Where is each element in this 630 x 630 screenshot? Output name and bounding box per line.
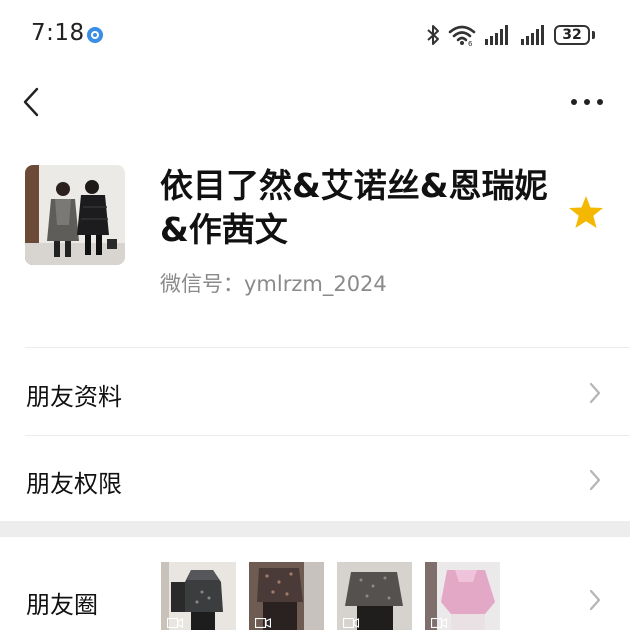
- chevron-right-icon: [589, 382, 601, 404]
- battery-tip: [592, 31, 595, 39]
- row-label: 朋友圈: [26, 591, 98, 619]
- bluetooth-icon: [427, 25, 439, 45]
- more-dots-icon[interactable]: [569, 90, 605, 114]
- chevron-left-icon[interactable]: [18, 84, 48, 120]
- svg-text:6: 6: [468, 40, 473, 46]
- moments-thumbnail[interactable]: [249, 562, 324, 630]
- row-label: 朋友权限: [26, 470, 122, 498]
- messenger-icon: [87, 27, 103, 43]
- video-icon: [343, 618, 359, 628]
- battery-icon: 32: [554, 25, 590, 45]
- avatar[interactable]: [25, 165, 125, 265]
- battery-level: 32: [562, 27, 582, 43]
- status-time: 7:18: [31, 20, 85, 46]
- wifi-icon: 6: [448, 25, 476, 46]
- signal-icon: [485, 25, 508, 45]
- video-icon: [167, 618, 183, 628]
- video-icon: [255, 618, 271, 628]
- star-icon[interactable]: [567, 194, 605, 232]
- moments-thumbnail[interactable]: [425, 562, 500, 630]
- section-gap: [0, 521, 630, 537]
- contact-name: 依目了然&艾诺丝&恩瑞妮&作茜文: [160, 166, 548, 249]
- signal-icon: [521, 25, 544, 45]
- moments-thumbnail[interactable]: [337, 562, 412, 630]
- moments-thumbnail[interactable]: [161, 562, 236, 630]
- row-label: 朋友资料: [26, 383, 122, 411]
- status-bar: 7:18 6 32: [0, 0, 630, 72]
- chevron-right-icon: [589, 589, 601, 611]
- row-friend-profile[interactable]: 朋友资料: [0, 349, 630, 435]
- chevron-right-icon: [589, 469, 601, 491]
- divider: [25, 347, 630, 348]
- wechat-id: 微信号：ymlrzm_2024: [160, 272, 387, 296]
- row-friend-permissions[interactable]: 朋友权限: [0, 436, 630, 522]
- video-icon: [431, 618, 447, 628]
